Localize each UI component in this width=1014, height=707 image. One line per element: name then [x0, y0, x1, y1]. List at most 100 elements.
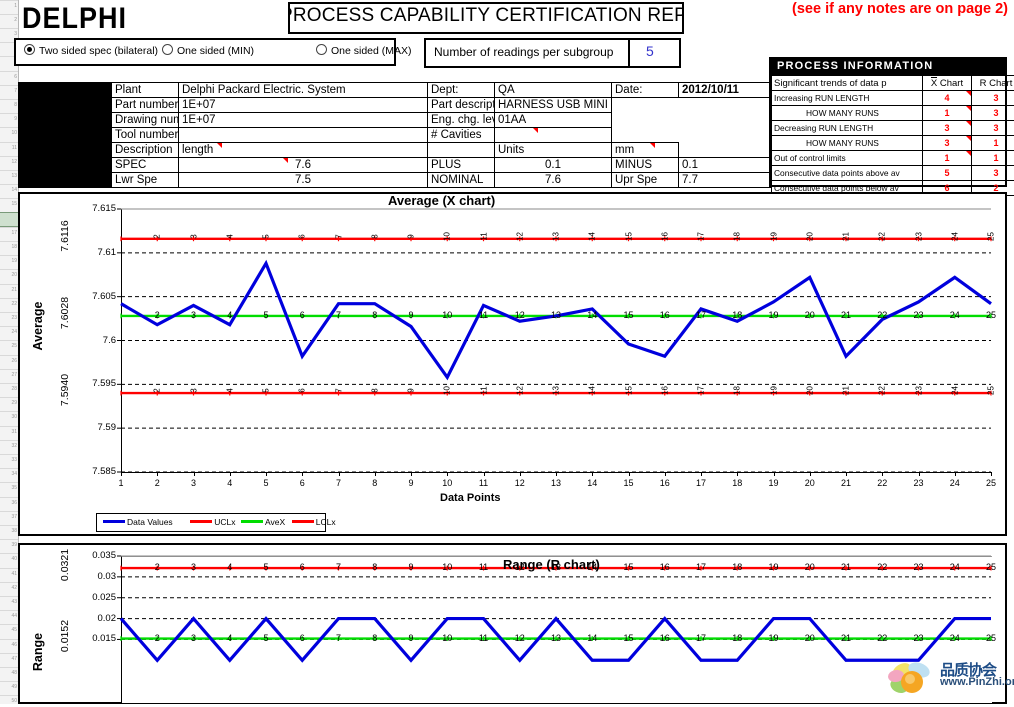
row-header-line[interactable] — [0, 170, 18, 171]
cavities-value[interactable] — [495, 128, 612, 143]
row-header-line[interactable] — [0, 639, 18, 640]
row-header-line[interactable] — [0, 497, 18, 498]
row-header-line[interactable] — [0, 241, 18, 242]
series-point-label: 4 — [219, 310, 241, 320]
radio-button-icon[interactable] — [24, 44, 35, 55]
series-point-label: 17 — [690, 562, 712, 572]
legend-item-1: UCLx — [190, 517, 235, 527]
row-header-line[interactable] — [0, 539, 18, 540]
series-point-label: 12 — [515, 380, 524, 402]
nominal-label: NOMINAL — [428, 173, 495, 188]
row-header-line[interactable] — [0, 610, 18, 611]
lwr-spec-value[interactable]: 7.5 — [179, 173, 428, 188]
spec-radio-2[interactable]: One sided (MAX) — [316, 44, 412, 57]
spec-radio-0[interactable]: Two sided spec (bilateral) — [24, 44, 158, 57]
row-header-line[interactable] — [0, 369, 18, 370]
eng-chg-level-label: Eng. chg. level — [428, 113, 495, 128]
radio-button-icon[interactable] — [162, 44, 173, 55]
row-header-line[interactable] — [0, 127, 18, 128]
x-tick-mark — [194, 472, 195, 476]
row-header-line[interactable] — [0, 568, 18, 569]
minus-value[interactable]: 0.1 — [679, 158, 772, 173]
comment-marker-icon — [966, 106, 971, 111]
row-header-line[interactable] — [0, 28, 18, 29]
row-header-line[interactable] — [0, 0, 18, 1]
row-header-line[interactable] — [0, 14, 18, 15]
part-number-value[interactable]: 1E+07 — [179, 98, 428, 113]
row-header-line[interactable] — [0, 440, 18, 441]
row-header-line[interactable] — [0, 355, 18, 356]
row-header-line[interactable] — [0, 624, 18, 625]
row-header-line[interactable] — [0, 681, 18, 682]
units-value[interactable]: mm — [612, 143, 679, 158]
row-header-line[interactable] — [0, 312, 18, 313]
row-header-line[interactable] — [0, 340, 18, 341]
row-header-line[interactable] — [0, 326, 18, 327]
series-point-label: 4 — [219, 562, 241, 572]
x-tick-mark — [810, 472, 811, 476]
series-point-label: 7 — [328, 562, 350, 572]
row-header-line[interactable] — [0, 695, 18, 696]
row-header-line[interactable] — [0, 255, 18, 256]
row-header-line[interactable] — [0, 525, 18, 526]
tool-number-value[interactable] — [179, 128, 428, 143]
row-header-line[interactable] — [0, 582, 18, 583]
row-header-line[interactable] — [0, 426, 18, 427]
eng-chg-level-value[interactable]: 01AA — [495, 113, 612, 128]
dept-value[interactable]: QA — [495, 83, 612, 98]
spec-radio-1[interactable]: One sided (MIN) — [162, 44, 254, 57]
radio-button-icon[interactable] — [316, 44, 327, 55]
description-value[interactable]: length — [179, 143, 428, 158]
row-header-line[interactable] — [0, 113, 18, 114]
spec-value[interactable]: 7.6 — [179, 158, 428, 173]
readings-value[interactable]: 5 — [646, 43, 654, 59]
row-header-line[interactable] — [0, 184, 18, 185]
x-tick-mark — [411, 472, 412, 476]
row-header-line[interactable] — [0, 596, 18, 597]
y-axis-tick-label: 7.615 — [71, 203, 116, 214]
date-label: Date: — [612, 83, 679, 98]
x-tick-mark — [520, 472, 521, 476]
plant-label: Plant — [112, 83, 179, 98]
row-header-line[interactable] — [0, 653, 18, 654]
upr-spec-value[interactable]: 7.7 — [679, 173, 772, 188]
row-header-line[interactable] — [0, 553, 18, 554]
row-header-line[interactable] — [0, 454, 18, 455]
series-point-label: 2 — [146, 562, 168, 572]
row-header-line[interactable] — [0, 468, 18, 469]
part-description-label: Part description — [428, 98, 495, 113]
nominal-value[interactable]: 7.6 — [495, 173, 612, 188]
drawing-number-value[interactable]: 1E+07 — [179, 113, 428, 128]
row-header-line[interactable] — [0, 71, 18, 72]
row-header-line[interactable] — [0, 383, 18, 384]
part-description-value[interactable]: HARNESS USB MINI B CODE B TO USB — [495, 98, 612, 113]
page-note: (see if any notes are on page 2) — [792, 1, 1008, 17]
row-header-line[interactable] — [0, 269, 18, 270]
report-page: 1234567891011121314151617181920212223242… — [0, 0, 1014, 704]
table-row: Increasing RUN LENGTH43 — [772, 91, 1014, 106]
series-point-label: 6 — [291, 310, 313, 320]
date-value[interactable]: 2012/10/11 — [679, 83, 772, 98]
row-header-line[interactable] — [0, 156, 18, 157]
row-header-line[interactable] — [0, 284, 18, 285]
row-header-number: 27 — [11, 372, 17, 379]
row-header-line[interactable] — [0, 99, 18, 100]
row-header-line[interactable] — [0, 198, 18, 199]
selected-row-marker[interactable] — [0, 212, 18, 227]
row-header-line[interactable] — [0, 511, 18, 512]
row-header-line[interactable] — [0, 667, 18, 668]
row-header-line[interactable] — [0, 482, 18, 483]
series-point-label: 2 — [146, 310, 168, 320]
spreadsheet-row-header[interactable]: 1234567891011121314151617181920212223242… — [0, 0, 19, 704]
row-header-line[interactable] — [0, 85, 18, 86]
row-header-line[interactable] — [0, 142, 18, 143]
plus-value[interactable]: 0.1 — [495, 158, 612, 173]
row-header-line[interactable] — [0, 397, 18, 398]
row-header-number: 44 — [11, 613, 17, 620]
row-header-line[interactable] — [0, 298, 18, 299]
series-point-label: 9 — [407, 225, 416, 247]
row-header-line[interactable] — [0, 227, 18, 228]
row-header-line[interactable] — [0, 411, 18, 412]
pinfo-r-value: 3 — [972, 166, 1014, 181]
legend-label: AveX — [265, 517, 285, 527]
